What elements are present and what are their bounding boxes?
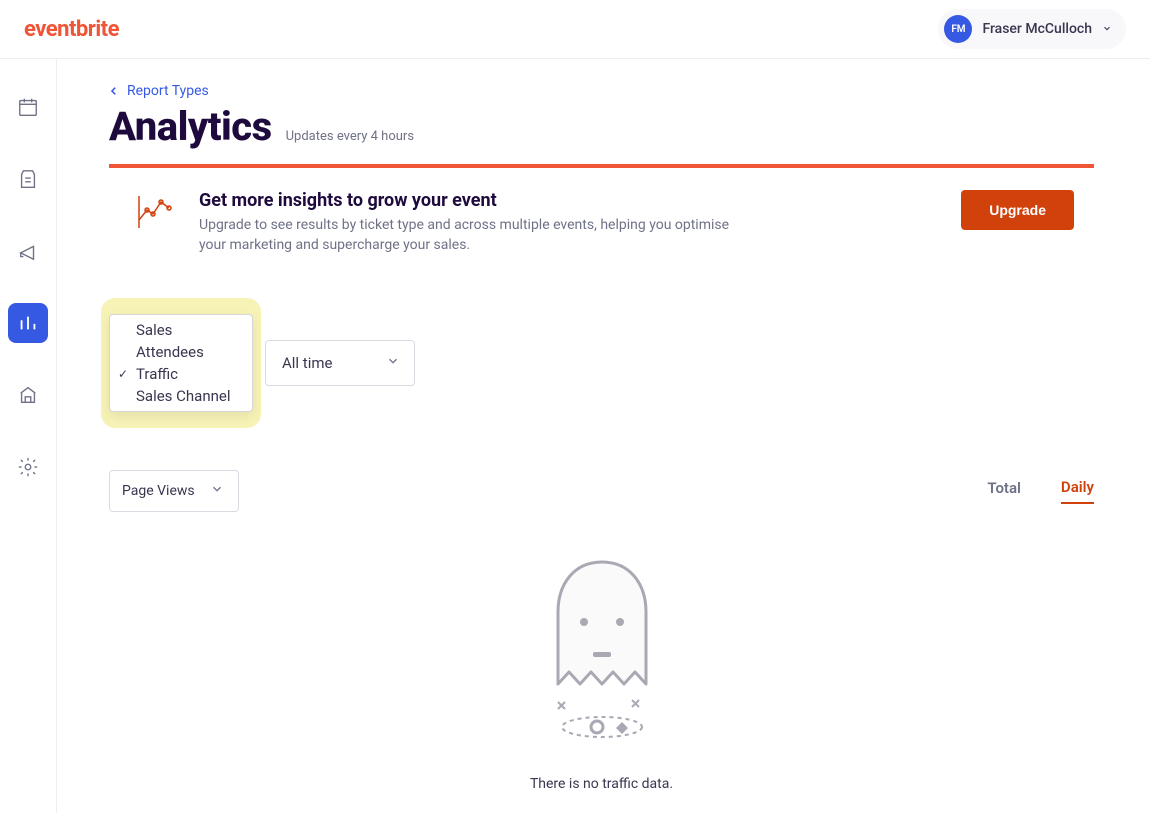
sidebar-item-reports[interactable] [8,303,48,343]
report-type-dropdown[interactable]: Sales Attendees ✓ Traffic Sales Channel [109,306,253,420]
banner-title: Get more insights to grow your event [199,190,939,211]
menu-item-sales-channel[interactable]: Sales Channel [110,385,252,407]
metric-select[interactable]: Page Views [109,470,239,512]
avatar: FM [944,15,972,43]
chart-line-icon [133,190,177,238]
metric-value: Page Views [122,483,195,499]
chevron-left-icon [109,86,119,96]
sidebar-item-orders[interactable] [8,159,48,199]
empty-state-message: There is no traffic data. [530,776,673,792]
menu-item-traffic[interactable]: ✓ Traffic [110,363,252,385]
menu-item-sales[interactable]: Sales [110,319,252,341]
report-type-menu: Sales Attendees ✓ Traffic Sales Channel [109,314,253,412]
ghost-illustration [527,552,677,752]
filter-row: Sales Attendees ✓ Traffic Sales Channel [109,306,1094,420]
time-range-select[interactable]: All time [265,340,415,386]
view-tabs: Total Daily [987,478,1094,504]
empty-state: There is no traffic data. [109,552,1094,792]
app-header: eventbrite FM Fraser McCulloch [0,0,1150,59]
page-subtitle: Updates every 4 hours [286,129,414,144]
banner-description: Upgrade to see results by ticket type an… [199,215,759,256]
secondary-filter-row: Page Views Total Daily [109,470,1094,512]
check-icon: ✓ [116,367,130,381]
sidebar-item-events[interactable] [8,87,48,127]
sidebar-item-settings[interactable] [8,447,48,487]
upgrade-button[interactable]: Upgrade [961,190,1074,230]
main-content: Report Types Analytics Updates every 4 h… [57,59,1150,813]
chevron-down-icon [1102,23,1112,36]
breadcrumb-label: Report Types [127,83,209,99]
tab-total[interactable]: Total [987,479,1021,503]
sidebar-item-finance[interactable] [8,375,48,415]
sidebar-item-marketing[interactable] [8,231,48,271]
chevron-down-icon [386,354,400,372]
page-title: Analytics [109,103,272,150]
user-menu[interactable]: FM Fraser McCulloch [938,9,1126,49]
upgrade-banner: Get more insights to grow your event Upg… [109,164,1094,278]
tab-daily[interactable]: Daily [1061,478,1094,504]
breadcrumb[interactable]: Report Types [109,83,1094,99]
chevron-down-icon [210,482,224,500]
sidebar [0,59,57,813]
menu-item-attendees[interactable]: Attendees [110,341,252,363]
time-range-value: All time [282,354,332,372]
logo[interactable]: eventbrite [24,17,119,42]
user-name: Fraser McCulloch [982,21,1092,37]
